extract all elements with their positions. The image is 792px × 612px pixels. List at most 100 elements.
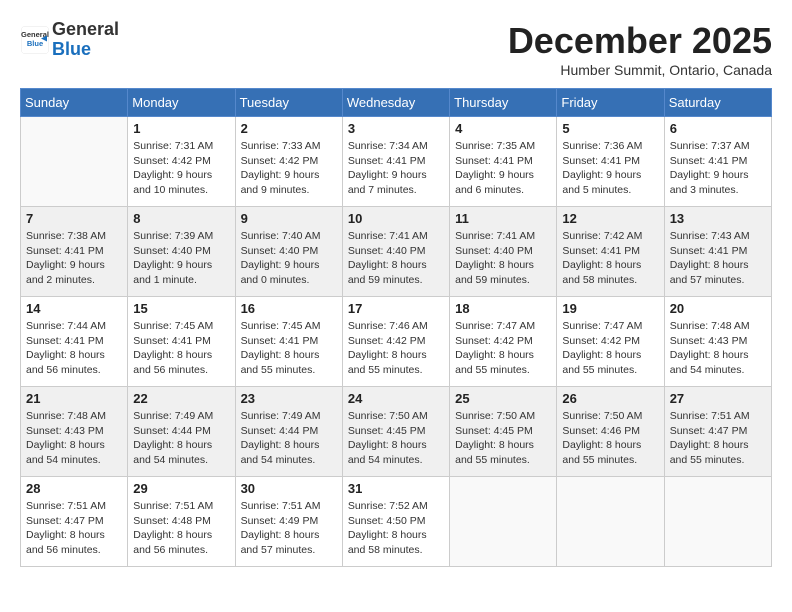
daylight: Daylight: 8 hours and 54 minutes. <box>26 439 105 466</box>
day-number: 5 <box>562 121 658 136</box>
sunrise: Sunrise: 7:51 AM <box>133 500 213 512</box>
calendar-cell: 31Sunrise: 7:52 AMSunset: 4:50 PMDayligh… <box>342 477 449 567</box>
column-header-monday: Monday <box>128 89 235 117</box>
day-number: 17 <box>348 301 444 316</box>
calendar-cell: 7Sunrise: 7:38 AMSunset: 4:41 PMDaylight… <box>21 207 128 297</box>
calendar-cell <box>450 477 557 567</box>
daylight: Daylight: 8 hours and 58 minutes. <box>348 529 427 556</box>
sunrise: Sunrise: 7:35 AM <box>455 140 535 152</box>
calendar-cell: 18Sunrise: 7:47 AMSunset: 4:42 PMDayligh… <box>450 297 557 387</box>
sunset: Sunset: 4:41 PM <box>26 245 104 257</box>
calendar-week-row: 7Sunrise: 7:38 AMSunset: 4:41 PMDaylight… <box>21 207 772 297</box>
logo-general-text: General <box>52 20 119 40</box>
daylight: Daylight: 8 hours and 56 minutes. <box>26 529 105 556</box>
day-info: Sunrise: 7:48 AMSunset: 4:43 PMDaylight:… <box>670 319 766 378</box>
sunrise: Sunrise: 7:48 AM <box>26 410 106 422</box>
sunrise: Sunrise: 7:42 AM <box>562 230 642 242</box>
day-info: Sunrise: 7:33 AMSunset: 4:42 PMDaylight:… <box>241 139 337 198</box>
day-info: Sunrise: 7:49 AMSunset: 4:44 PMDaylight:… <box>133 409 229 468</box>
day-number: 18 <box>455 301 551 316</box>
sunset: Sunset: 4:41 PM <box>562 155 640 167</box>
logo-blue-text: Blue <box>52 40 119 60</box>
sunrise: Sunrise: 7:47 AM <box>562 320 642 332</box>
calendar-cell: 1Sunrise: 7:31 AMSunset: 4:42 PMDaylight… <box>128 117 235 207</box>
logo: General Blue General Blue <box>20 20 119 60</box>
day-info: Sunrise: 7:50 AMSunset: 4:46 PMDaylight:… <box>562 409 658 468</box>
calendar-cell: 12Sunrise: 7:42 AMSunset: 4:41 PMDayligh… <box>557 207 664 297</box>
calendar-cell: 6Sunrise: 7:37 AMSunset: 4:41 PMDaylight… <box>664 117 771 207</box>
day-number: 23 <box>241 391 337 406</box>
sunrise: Sunrise: 7:51 AM <box>241 500 321 512</box>
sunrise: Sunrise: 7:33 AM <box>241 140 321 152</box>
calendar-cell: 2Sunrise: 7:33 AMSunset: 4:42 PMDaylight… <box>235 117 342 207</box>
sunrise: Sunrise: 7:40 AM <box>241 230 321 242</box>
sunrise: Sunrise: 7:44 AM <box>26 320 106 332</box>
column-header-tuesday: Tuesday <box>235 89 342 117</box>
daylight: Daylight: 8 hours and 54 minutes. <box>348 439 427 466</box>
day-info: Sunrise: 7:47 AMSunset: 4:42 PMDaylight:… <box>562 319 658 378</box>
logo-icon: General Blue <box>20 25 50 55</box>
day-number: 24 <box>348 391 444 406</box>
calendar-cell: 21Sunrise: 7:48 AMSunset: 4:43 PMDayligh… <box>21 387 128 477</box>
sunrise: Sunrise: 7:49 AM <box>133 410 213 422</box>
calendar-cell: 26Sunrise: 7:50 AMSunset: 4:46 PMDayligh… <box>557 387 664 477</box>
daylight: Daylight: 9 hours and 0 minutes. <box>241 259 320 286</box>
calendar-cell: 13Sunrise: 7:43 AMSunset: 4:41 PMDayligh… <box>664 207 771 297</box>
sunset: Sunset: 4:43 PM <box>670 335 748 347</box>
sunset: Sunset: 4:40 PM <box>348 245 426 257</box>
sunset: Sunset: 4:46 PM <box>562 425 640 437</box>
daylight: Daylight: 8 hours and 56 minutes. <box>133 529 212 556</box>
column-header-sunday: Sunday <box>21 89 128 117</box>
day-number: 27 <box>670 391 766 406</box>
sunset: Sunset: 4:47 PM <box>670 425 748 437</box>
daylight: Daylight: 9 hours and 2 minutes. <box>26 259 105 286</box>
daylight: Daylight: 8 hours and 57 minutes. <box>241 529 320 556</box>
calendar-week-row: 14Sunrise: 7:44 AMSunset: 4:41 PMDayligh… <box>21 297 772 387</box>
day-info: Sunrise: 7:50 AMSunset: 4:45 PMDaylight:… <box>455 409 551 468</box>
sunrise: Sunrise: 7:48 AM <box>670 320 750 332</box>
sunrise: Sunrise: 7:45 AM <box>133 320 213 332</box>
day-info: Sunrise: 7:37 AMSunset: 4:41 PMDaylight:… <box>670 139 766 198</box>
sunrise: Sunrise: 7:49 AM <box>241 410 321 422</box>
daylight: Daylight: 8 hours and 58 minutes. <box>562 259 641 286</box>
day-number: 9 <box>241 211 337 226</box>
daylight: Daylight: 8 hours and 59 minutes. <box>455 259 534 286</box>
day-info: Sunrise: 7:43 AMSunset: 4:41 PMDaylight:… <box>670 229 766 288</box>
day-number: 15 <box>133 301 229 316</box>
sunrise: Sunrise: 7:51 AM <box>26 500 106 512</box>
calendar-cell: 11Sunrise: 7:41 AMSunset: 4:40 PMDayligh… <box>450 207 557 297</box>
daylight: Daylight: 8 hours and 55 minutes. <box>562 349 641 376</box>
daylight: Daylight: 8 hours and 54 minutes. <box>133 439 212 466</box>
sunrise: Sunrise: 7:50 AM <box>455 410 535 422</box>
daylight: Daylight: 9 hours and 3 minutes. <box>670 169 749 196</box>
day-number: 20 <box>670 301 766 316</box>
sunset: Sunset: 4:41 PM <box>26 335 104 347</box>
sunrise: Sunrise: 7:50 AM <box>348 410 428 422</box>
sunrise: Sunrise: 7:36 AM <box>562 140 642 152</box>
daylight: Daylight: 8 hours and 56 minutes. <box>26 349 105 376</box>
month-title: December 2025 <box>508 20 772 62</box>
calendar-cell: 28Sunrise: 7:51 AMSunset: 4:47 PMDayligh… <box>21 477 128 567</box>
sunrise: Sunrise: 7:38 AM <box>26 230 106 242</box>
calendar-cell: 3Sunrise: 7:34 AMSunset: 4:41 PMDaylight… <box>342 117 449 207</box>
day-info: Sunrise: 7:38 AM Sunset: 4:41 PM Daylight:… <box>26 229 122 288</box>
day-number: 16 <box>241 301 337 316</box>
day-number: 22 <box>133 391 229 406</box>
calendar-cell: 23Sunrise: 7:49 AMSunset: 4:44 PMDayligh… <box>235 387 342 477</box>
sunset: Sunset: 4:40 PM <box>133 245 211 257</box>
sunrise: Sunrise: 7:31 AM <box>133 140 213 152</box>
day-number: 3 <box>348 121 444 136</box>
daylight: Daylight: 9 hours and 9 minutes. <box>241 169 320 196</box>
day-number: 31 <box>348 481 444 496</box>
sunset: Sunset: 4:44 PM <box>241 425 319 437</box>
sunset: Sunset: 4:41 PM <box>133 335 211 347</box>
day-number: 29 <box>133 481 229 496</box>
calendar-cell: 22 Sunrise: 7:49 AMSunset: 4:44 PMDayligh… <box>128 387 235 477</box>
sunset: Sunset: 4:40 PM <box>455 245 533 257</box>
sunrise: Sunrise: 7:50 AM <box>562 410 642 422</box>
day-info: Sunrise: 7:35 AMSunset: 4:41 PMDaylight:… <box>455 139 551 198</box>
sunset: Sunset: 4:49 PM <box>241 515 319 527</box>
daylight: Daylight: 8 hours and 57 minutes. <box>670 259 749 286</box>
calendar-cell: 19Sunrise: 7:47 AMSunset: 4:42 PMDayligh… <box>557 297 664 387</box>
sunrise: Sunrise: 7:52 AM <box>348 500 428 512</box>
